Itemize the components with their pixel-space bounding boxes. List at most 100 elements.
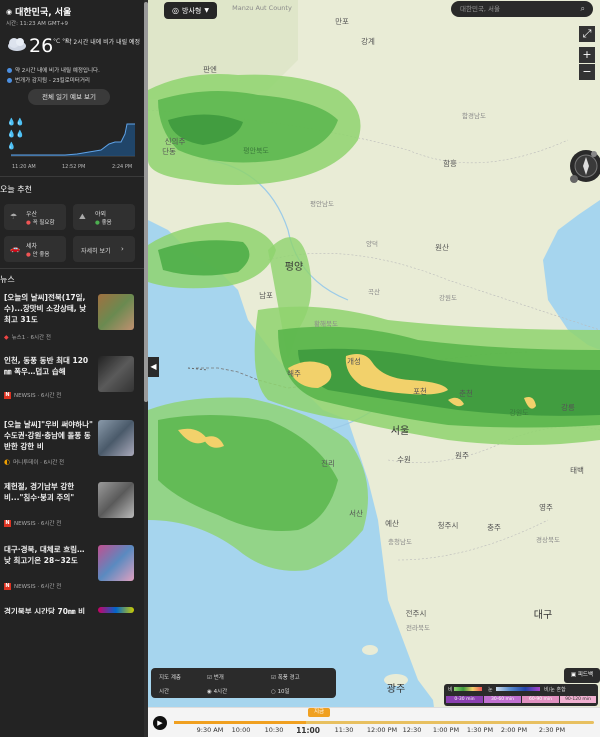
map-place-label: 강원도 bbox=[439, 294, 457, 302]
time-4h-radio[interactable]: ◉ 4시간 bbox=[207, 687, 227, 695]
chart-label-end: 2:24 PM bbox=[112, 164, 133, 170]
news-thumbnail[interactable] bbox=[98, 607, 134, 613]
location-search-input[interactable]: 대한민국, 서울 ⌕ bbox=[451, 1, 593, 17]
timeline-tick[interactable]: 9:30 AM bbox=[197, 726, 224, 734]
map-place-label: 강계 bbox=[361, 37, 375, 46]
news-thumbnail[interactable] bbox=[98, 482, 134, 518]
time-10d-radio[interactable]: ○ 10일 bbox=[271, 687, 290, 695]
lightning-layer-checkbox[interactable]: ☑ 번개 bbox=[207, 673, 224, 681]
news-title[interactable]: 인천, 동풍 동반 최대 120㎜ 폭우…덥고 습해 bbox=[4, 355, 94, 377]
today-recommendation-header: 오늘 추천 bbox=[0, 185, 32, 194]
map-place-label: 황해북도 bbox=[314, 320, 338, 328]
news-title[interactable]: 제헌절, 경기남부 강한 비..."침수·붕괴 주의" bbox=[4, 481, 94, 503]
map-place-label: 태백 bbox=[570, 466, 584, 475]
news-header: 뉴스 bbox=[0, 275, 15, 284]
zoom-in-button[interactable]: + bbox=[579, 47, 595, 63]
map-place-label: 전주시 bbox=[405, 609, 427, 618]
search-icon[interactable]: ⌕ bbox=[581, 1, 585, 17]
news-title[interactable]: [오늘의 날씨]전북(17일, 수)...장맛비 소강상태, 낮 최고 31도 bbox=[4, 292, 94, 325]
feedback-button[interactable]: ▣ 피드백 bbox=[564, 668, 600, 683]
news-source: N NEWSIS · 6시간 전 bbox=[4, 519, 62, 527]
map-place-label: 함경남도 bbox=[462, 112, 486, 120]
timeline-bar[interactable]: ▶ 지금 9:30 AM 10:00 10:30 11:00 11:30 12:00 PM… bbox=[148, 707, 600, 737]
timeline-tick[interactable]: 12:30 bbox=[403, 726, 422, 734]
map-place-label: 양덕 bbox=[366, 240, 378, 248]
map-place-label: 포천 bbox=[413, 387, 427, 396]
radar-icon: ◎ bbox=[172, 6, 180, 15]
map-layers-panel: 지도 계층 ☑ 번개 ☑ 폭풍 경고 시간 ◉ 4시간 ○ 10일 bbox=[151, 668, 336, 698]
svg-text:💧💧: 💧💧 bbox=[7, 129, 24, 138]
radar-mode-toggle[interactable]: ◎ 방사형 ▼ bbox=[164, 2, 217, 19]
map-place-label: 해주 bbox=[287, 369, 301, 378]
timeline-tick[interactable]: 1:30 PM bbox=[467, 726, 493, 734]
timeline-tick[interactable]: 2:30 PM bbox=[539, 726, 565, 734]
map-place-label: 평안북도 bbox=[243, 147, 269, 155]
now-marker[interactable]: 지금 bbox=[308, 708, 330, 717]
rain-area bbox=[11, 124, 135, 156]
location-pin-icon: ◉ bbox=[6, 7, 13, 16]
map-place-label: 경상북도 bbox=[536, 536, 560, 544]
zoom-out-button[interactable]: − bbox=[579, 64, 595, 80]
location-header[interactable]: ◉ 대한민국, 서울 bbox=[6, 5, 72, 19]
info-icon bbox=[7, 77, 12, 83]
map-place-label: 단동 bbox=[162, 147, 176, 156]
news-thumbnail[interactable] bbox=[98, 545, 134, 581]
map-place-label: 청주시 bbox=[437, 521, 459, 530]
recommendation-more[interactable]: 자세히 보기 › bbox=[73, 236, 135, 262]
map-place-label: 평양 bbox=[284, 262, 304, 273]
timeline-tick[interactable]: 10:00 bbox=[232, 726, 251, 734]
divider bbox=[0, 268, 144, 269]
news-source: ◆ 뉴스1 · 6시간 전 bbox=[4, 333, 51, 342]
map-place-label: 서산 bbox=[349, 509, 363, 518]
map-place-label: 서울 bbox=[390, 426, 410, 437]
map-place-label: 강원도 bbox=[509, 409, 529, 417]
chart-label-mid: 12:52 PM bbox=[62, 164, 86, 170]
outdoor-icon: ⛰ bbox=[79, 212, 86, 221]
timeline-tick[interactable]: 11:00 bbox=[296, 726, 320, 735]
compass-icon[interactable] bbox=[566, 147, 600, 185]
map-place-label: 춘천 bbox=[459, 389, 473, 398]
map-place-label: 원산 bbox=[435, 243, 449, 252]
recommendation-umbrella[interactable]: ☂ 우산 ● 꼭 필요함 bbox=[4, 204, 66, 230]
news-thumbnail[interactable] bbox=[98, 294, 134, 330]
raindrop-icons: 💧💧 💧💧 💧 bbox=[7, 117, 24, 150]
news-source: N NEWSIS · 6시간 전 bbox=[4, 391, 62, 399]
play-button[interactable]: ▶ bbox=[153, 716, 167, 730]
news-source: N NEWSIS · 6시간 전 bbox=[4, 582, 62, 590]
map-base bbox=[148, 0, 600, 737]
rain-notice: 약 2시간 내에 비가 내릴 예정입니다. bbox=[7, 66, 100, 74]
news-title[interactable]: [오늘 날씨]"우비 써야하나" 수도권·강원·충남에 돌풍 동반한 강한 비 bbox=[4, 419, 94, 452]
timeline-tick[interactable]: 2:00 PM bbox=[501, 726, 527, 734]
local-time: 시간: 11:23 AM GMT+9 bbox=[6, 21, 69, 27]
cloud-icon bbox=[8, 38, 26, 51]
news-thumbnail[interactable] bbox=[98, 420, 134, 456]
map-place-label: 개성 bbox=[347, 357, 361, 366]
map-place-label: 광주 bbox=[386, 684, 406, 695]
timeline-tick[interactable]: 12:00 PM bbox=[367, 726, 397, 734]
feedback-icon: ▣ bbox=[570, 672, 577, 678]
play-icon: ▶ bbox=[157, 719, 163, 727]
timeline-tick[interactable]: 1:00 PM bbox=[433, 726, 459, 734]
weather-map[interactable]: Manzu Aut County 만포 강계 판엔 평안북도 신의주 단동 함경남도 함흥 평안남… bbox=[148, 0, 600, 737]
timeline-progress bbox=[174, 721, 306, 724]
full-forecast-button[interactable]: 전체 일기 예보 보기 bbox=[28, 89, 110, 105]
news-title[interactable]: 대구·경북, 대체로 흐림… 낮 최고기온 28~32도 bbox=[4, 544, 94, 566]
map-place-label: 평안남도 bbox=[310, 200, 334, 208]
collapse-panel-button[interactable]: ◀ bbox=[148, 357, 159, 377]
storm-warning-checkbox[interactable]: ☑ 폭풍 경고 bbox=[271, 673, 300, 681]
news-thumbnail[interactable] bbox=[98, 356, 134, 392]
recommendation-carwash[interactable]: 🚗 세차 ● 안 좋음 bbox=[4, 236, 66, 262]
recommendation-outdoor[interactable]: ⛰ 야외 ● 좋음 bbox=[73, 204, 135, 230]
map-place-label: 판엔 bbox=[203, 65, 217, 74]
map-place-label: 함흥 bbox=[443, 159, 457, 168]
timeline-tick[interactable]: 11:30 bbox=[335, 726, 354, 734]
timeline-tick[interactable]: 10:30 bbox=[265, 726, 284, 734]
fullscreen-button[interactable]: ⤢ bbox=[579, 26, 595, 42]
location-name: 대한민국, 서울 bbox=[15, 8, 72, 18]
map-place-label: 만포 bbox=[335, 17, 349, 26]
map-place-label: Manzu Aut County bbox=[232, 4, 292, 12]
map-place-label: 영주 bbox=[539, 503, 553, 512]
short-forecast: 약 2시간 내에 비가 내릴 예정 bbox=[66, 39, 141, 46]
chevron-down-icon: ▼ bbox=[204, 7, 209, 14]
map-place-label: 원주 bbox=[455, 451, 469, 460]
